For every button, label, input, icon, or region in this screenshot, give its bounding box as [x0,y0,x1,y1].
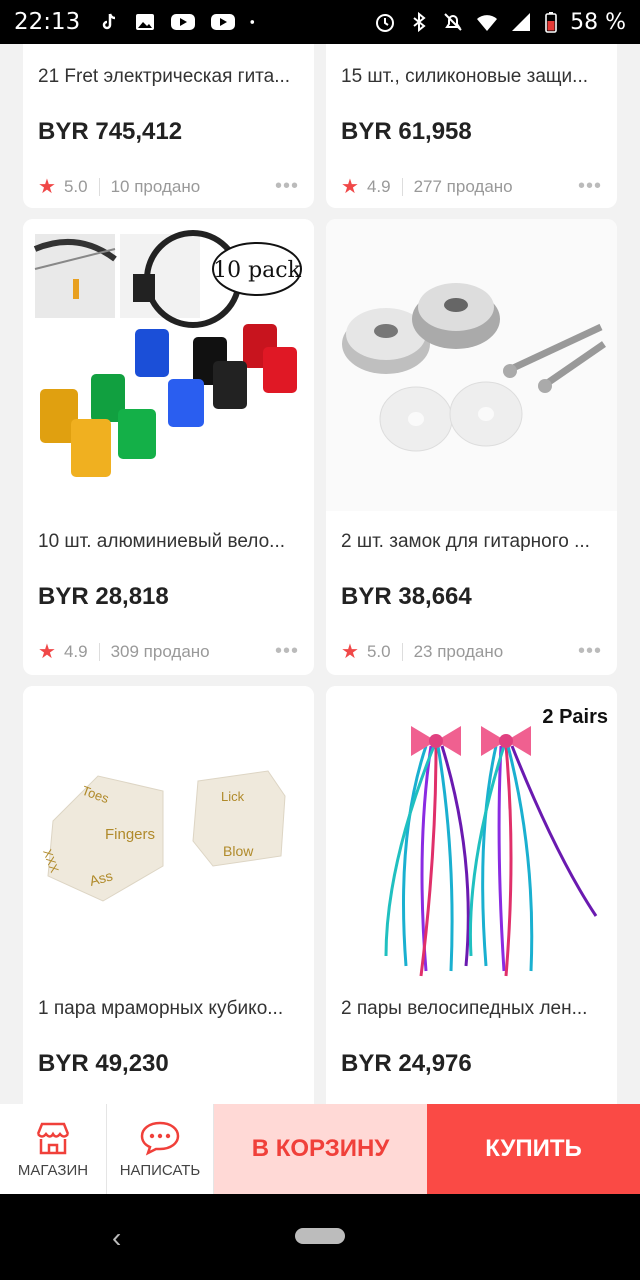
store-icon [36,1122,70,1154]
product-title: 1 пара мраморных кубико... [38,998,284,1019]
product-price: BYR 38,664 [341,583,472,610]
divider [401,642,403,661]
product-rating: 5.0 [366,641,391,661]
product-card[interactable]: 15 шт., силиконовые защи... BYR 61,958 ★… [326,44,617,208]
buy-now-button[interactable]: КУПИТЬ [427,1104,640,1194]
add-to-cart-button[interactable]: В КОРЗИНУ [214,1104,427,1194]
product-price: BYR 28,818 [38,583,169,610]
product-meta: ★ 4.9 277 продано ••• [326,174,617,199]
product-image[interactable]: 10 pack [23,219,314,511]
more-options-icon[interactable]: ••• [275,640,299,663]
system-nav-bar: ‹ [0,1194,640,1280]
dot-icon [250,20,255,24]
gallery-icon [136,14,155,30]
divider [98,642,100,661]
status-bar: 22:13 58 % [0,0,640,44]
product-image[interactable]: Toes Fingers XXX Ass Lick Blow [23,686,314,978]
bike-streamers-image: 2 Pairs [326,686,617,978]
product-card[interactable]: Toes Fingers XXX Ass Lick Blow 1 пара мр… [23,686,314,1104]
product-meta: ★ 4.9 309 продано ••• [23,639,314,664]
home-pill-icon[interactable] [295,1228,345,1244]
product-title: 2 шт. замок для гитарного ... [341,531,590,552]
pairs-badge: 2 Pairs [542,706,608,728]
product-price: BYR 49,230 [38,1050,169,1077]
youtube-icon [171,14,196,30]
back-icon[interactable]: ‹ [112,1222,121,1254]
product-title: 21 Fret электрическая гита... [38,66,291,87]
product-feed[interactable]: 21 Fret электрическая гита... BYR 745,41… [0,44,640,1104]
store-button[interactable]: МАГАЗИН [0,1104,107,1194]
dice-image: Toes Fingers XXX Ass Lick Blow [23,686,314,978]
product-rating: 4.9 [63,641,88,661]
youtube-icon [211,14,236,30]
star-icon: ★ [38,641,56,663]
store-label: МАГАЗИН [17,1161,89,1179]
product-title: 2 пары велосипедных лен... [341,998,588,1019]
tiktok-icon [103,13,116,30]
battery-icon [545,12,557,33]
divider [401,177,403,196]
star-icon: ★ [341,176,359,198]
divider [98,177,100,196]
message-label: НАПИСАТЬ [119,1161,201,1179]
product-title: 15 шт., силиконовые защи... [341,66,589,87]
product-price: BYR 24,976 [341,1050,472,1077]
product-card[interactable]: 10 pack 10 шт. алюминиевый вело... BYR 2… [23,219,314,675]
star-icon: ★ [38,176,56,198]
product-image[interactable]: 2 Pairs [326,686,617,978]
more-options-icon[interactable]: ••• [578,640,602,663]
dice-word: Lick [221,789,245,804]
wifi-icon [477,15,498,31]
product-title: 10 шт. алюминиевый вело... [38,531,286,552]
mute-icon [444,13,462,31]
more-options-icon[interactable]: ••• [275,175,299,198]
message-button[interactable]: НАПИСАТЬ [107,1104,214,1194]
product-meta: ★ 5.0 10 продано ••• [23,174,314,199]
dice-word: Fingers [105,826,155,843]
dice-word: Blow [223,843,254,859]
product-price: BYR 745,412 [38,118,183,145]
product-sold: 23 продано [413,641,504,661]
product-sold: 10 продано [110,176,201,196]
bottom-action-bar: МАГАЗИН НАПИСАТЬ В КОРЗИНУ КУПИТЬ [0,1104,640,1194]
bluetooth-icon [413,11,426,33]
star-icon: ★ [341,641,359,663]
product-sold: 309 продано [110,641,210,661]
product-sold: 277 продано [413,176,513,196]
pack-badge: 10 pack [213,258,302,283]
product-card[interactable]: 21 Fret электрическая гита... BYR 745,41… [23,44,314,208]
product-price: BYR 61,958 [341,118,472,145]
product-meta: ★ 5.0 23 продано ••• [326,639,617,664]
battery-percent: 58 % [570,9,626,35]
product-rating: 5.0 [63,176,88,196]
signal-icon [512,13,531,31]
more-options-icon[interactable]: ••• [578,175,602,198]
status-time: 22:13 [14,9,81,35]
product-card[interactable]: 2 Pairs 2 пары велосипедных лен... BYR 2… [326,686,617,1104]
product-rating: 4.9 [366,176,391,196]
chat-icon [140,1121,180,1155]
alarm-icon [376,14,395,32]
valve-adapters-image: 10 pack [33,230,302,477]
strap-locks-image [326,219,617,511]
product-card[interactable]: 2 шт. замок для гитарного ... BYR 38,664… [326,219,617,675]
product-image[interactable] [326,219,617,511]
